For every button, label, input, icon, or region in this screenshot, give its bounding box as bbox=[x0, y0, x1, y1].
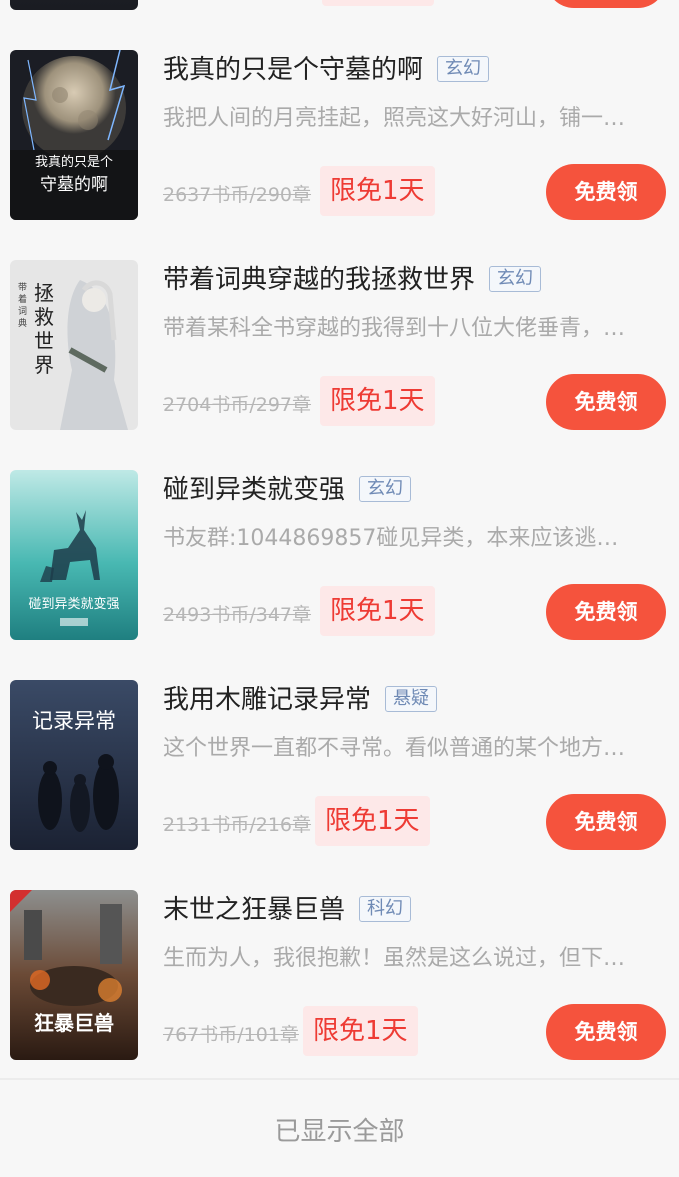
claim-free-button[interactable]: 免费领 bbox=[546, 794, 666, 850]
original-price: 767书币/101章 bbox=[163, 1024, 299, 1046]
svg-text:救: 救 bbox=[34, 305, 54, 329]
cover-art: 记录异常 bbox=[10, 680, 138, 850]
svg-text:界: 界 bbox=[34, 353, 54, 377]
promo-tag: 限免1天 bbox=[320, 586, 435, 636]
original-price: 2704书币/297章 bbox=[163, 394, 312, 416]
book-title[interactable]: 带着词典穿越的我拯救世界 玄幻 bbox=[163, 262, 542, 298]
svg-text:世: 世 bbox=[34, 329, 54, 353]
genre-tag: 玄幻 bbox=[437, 56, 490, 82]
list-item[interactable]: 碰到异类就变强 碰到异类就变强 玄幻 书友群:1044869857碰见异类，本来应… bbox=[0, 470, 679, 680]
svg-text:拯: 拯 bbox=[34, 281, 54, 305]
svg-text:记录异常: 记录异常 bbox=[32, 709, 116, 733]
book-description: 我把人间的月亮挂起，照亮这大好河山，铺一… bbox=[163, 106, 626, 131]
previous-claim-button[interactable] bbox=[546, 0, 666, 8]
svg-text:词: 词 bbox=[18, 306, 27, 317]
book-description: 生而为人，我很抱歉！虽然是这么说过，但下… bbox=[163, 946, 626, 971]
end-of-list-label: 已显示全部 bbox=[274, 1117, 405, 1147]
original-price: 2493书币/347章 bbox=[163, 604, 312, 626]
genre-tag: 悬疑 bbox=[385, 686, 438, 712]
promo-tag: 限免1天 bbox=[315, 796, 430, 846]
cover-art: 狂暴巨兽 bbox=[10, 890, 138, 1060]
list-item[interactable]: 狂暴巨兽 末世之狂暴巨兽 科幻 生而为人，我很抱歉！虽然是这么说过，但下… 767… bbox=[0, 890, 679, 1100]
genre-tag: 科幻 bbox=[359, 896, 412, 922]
book-cover[interactable]: 我真的只是个 守墓的啊 bbox=[10, 50, 138, 220]
previous-book-cover[interactable] bbox=[10, 0, 138, 10]
cover-art: 碰到异类就变强 bbox=[10, 470, 138, 640]
svg-text:碰到异类就变强: 碰到异类就变强 bbox=[28, 596, 119, 612]
svg-text:着: 着 bbox=[18, 293, 27, 305]
genre-tag: 玄幻 bbox=[489, 266, 542, 292]
cover-art: 我真的只是个 守墓的啊 bbox=[10, 50, 138, 220]
book-list-page: 我真的只是个 守墓的啊 我真的只是个守墓的啊 玄幻 我把人间的月亮挂起，照亮这大好… bbox=[0, 0, 679, 1177]
original-price: 2637书币/290章 bbox=[163, 184, 312, 206]
book-cover[interactable]: 记录异常 bbox=[10, 680, 138, 850]
promo-tag: 限免1天 bbox=[320, 166, 435, 216]
svg-text:守墓的啊: 守墓的啊 bbox=[40, 175, 108, 195]
book-title[interactable]: 碰到异类就变强 玄幻 bbox=[163, 472, 412, 508]
book-description: 带着某科全书穿越的我得到十八位大佬垂青，… bbox=[163, 316, 626, 341]
book-title[interactable]: 我用木雕记录异常 悬疑 bbox=[163, 682, 438, 718]
promo-tag: 限免1天 bbox=[320, 376, 435, 426]
claim-free-button[interactable]: 免费领 bbox=[546, 1004, 666, 1060]
claim-free-button[interactable]: 免费领 bbox=[546, 164, 666, 220]
book-title[interactable]: 我真的只是个守墓的啊 玄幻 bbox=[163, 52, 490, 88]
list-divider bbox=[0, 1078, 679, 1080]
cover-art: 拯 救 世 界 带 着 词 典 bbox=[10, 260, 138, 430]
book-cover[interactable]: 碰到异类就变强 bbox=[10, 470, 138, 640]
book-description: 书友群:1044869857碰见异类，本来应该逃… bbox=[163, 526, 619, 551]
list-item[interactable]: 记录异常 我用木雕记录异常 悬疑 这个世界一直都不寻常。看似普通的某个地方… 21… bbox=[0, 680, 679, 890]
list-item[interactable]: 拯 救 世 界 带 着 词 典 带着词典穿越的我拯救世界 玄幻 带着某科全书穿越的… bbox=[0, 260, 679, 470]
book-title[interactable]: 末世之狂暴巨兽 科幻 bbox=[163, 892, 412, 928]
book-cover[interactable]: 拯 救 世 界 带 着 词 典 bbox=[10, 260, 138, 430]
svg-text:典: 典 bbox=[18, 317, 27, 329]
book-cover[interactable]: 狂暴巨兽 bbox=[10, 890, 138, 1060]
svg-text:我真的只是个: 我真的只是个 bbox=[35, 154, 113, 170]
svg-text:狂暴巨兽: 狂暴巨兽 bbox=[34, 1011, 114, 1035]
genre-tag: 玄幻 bbox=[359, 476, 412, 502]
book-description: 这个世界一直都不寻常。看似普通的某个地方… bbox=[163, 736, 626, 761]
list-item[interactable]: 我真的只是个 守墓的啊 我真的只是个守墓的啊 玄幻 我把人间的月亮挂起，照亮这大好… bbox=[0, 50, 679, 260]
promo-tag: 限免1天 bbox=[303, 1006, 418, 1056]
claim-free-button[interactable]: 免费领 bbox=[546, 584, 666, 640]
original-price: 2131书币/216章 bbox=[163, 814, 312, 836]
previous-promo-tag bbox=[322, 0, 434, 6]
svg-text:带: 带 bbox=[18, 282, 27, 293]
claim-free-button[interactable]: 免费领 bbox=[546, 374, 666, 430]
